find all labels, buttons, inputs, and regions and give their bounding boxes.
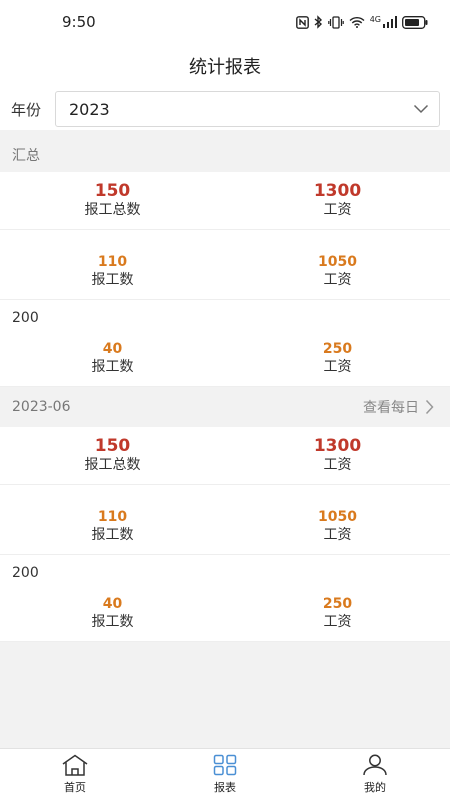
tab-report[interactable]: 报表 <box>150 749 300 800</box>
month-row2-wage-label: 工资 <box>323 614 352 630</box>
month-total-count: 150 <box>94 436 131 456</box>
view-daily-link[interactable]: 查看每日 <box>363 397 434 417</box>
month-row1-count: 110 <box>97 509 128 525</box>
month-row2-count-cell: 40 报工数 <box>0 585 225 631</box>
month-section-header: 2023-06 查看每日 <box>0 387 450 427</box>
tab-home[interactable]: 首页 <box>0 749 150 800</box>
summary-row2-card: 40 报工数 250 工资 <box>0 330 450 386</box>
vibrate-icon <box>327 15 344 29</box>
month-total-wage: 1300 <box>313 436 362 456</box>
month-row1-count-cell: 110 报工数 <box>0 485 225 544</box>
summary-row1-wage: 1050 <box>318 254 357 270</box>
user-icon <box>363 754 387 776</box>
month-total-card: 150 报工总数 1300 工资 <box>0 427 450 485</box>
year-label: 年份 <box>11 100 42 119</box>
summary-row1-count-label: 报工数 <box>91 272 134 288</box>
signal-icon <box>383 16 397 28</box>
month-total-wage-cell: 1300 工资 <box>225 427 450 474</box>
summary-total-wage: 1300 <box>313 181 362 201</box>
summary-row2-count-cell: 40 报工数 <box>0 330 225 376</box>
summary-row1-count: 110 <box>97 254 128 270</box>
home-icon <box>62 754 88 776</box>
nfc-icon <box>295 15 309 29</box>
month-row2-card: 40 报工数 250 工资 <box>0 585 450 641</box>
summary-total-count-cell: 150 报工总数 <box>0 172 225 219</box>
status-bar: 9:50 4G <box>0 0 450 44</box>
page-header: 统计报表 <box>0 44 450 88</box>
summary-row1-wage-cell: 1050 工资 <box>225 230 450 289</box>
summary-group-title: 200 <box>12 310 39 326</box>
summary-row2-count: 40 <box>102 341 123 357</box>
month-total-count-label: 报工总数 <box>84 457 141 473</box>
summary-section-title: 汇总 <box>12 148 40 164</box>
tab-mine[interactable]: 我的 <box>300 749 450 800</box>
bluetooth-icon <box>314 15 322 29</box>
month-row1-wage-label: 工资 <box>323 527 352 543</box>
month-row1-card: 110 报工数 1050 工资 <box>0 485 450 555</box>
month-total-wage-label: 工资 <box>323 457 352 473</box>
month-row2-count: 40 <box>102 596 123 612</box>
summary-row2-wage-cell: 250 工资 <box>225 330 450 376</box>
summary-total-wage-cell: 1300 工资 <box>225 172 450 219</box>
month-group-title: 200 <box>12 565 39 581</box>
status-icons: 4G <box>295 14 428 29</box>
tab-report-label: 报表 <box>214 781 236 794</box>
summary-row2-wage: 250 <box>322 341 353 357</box>
tab-mine-label: 我的 <box>364 781 386 794</box>
summary-row2-wage-label: 工资 <box>323 359 352 375</box>
tab-home-label: 首页 <box>64 781 86 794</box>
summary-row1-count-cell: 110 报工数 <box>0 230 225 289</box>
month-row2-wage-cell: 250 工资 <box>225 585 450 631</box>
status-time: 9:50 <box>62 13 96 31</box>
summary-total-card: 150 报工总数 1300 工资 <box>0 172 450 230</box>
battery-icon <box>402 15 428 29</box>
month-section-title: 2023-06 <box>12 399 71 415</box>
month-row1-wage: 1050 <box>318 509 357 525</box>
summary-row1-card: 110 报工数 1050 工资 <box>0 230 450 300</box>
year-filter-row: 年份 2023 <box>0 88 450 130</box>
summary-total-count-label: 报工总数 <box>84 202 141 218</box>
network-label: 4G <box>369 14 381 24</box>
month-total-count-cell: 150 报工总数 <box>0 427 225 474</box>
summary-group: 200 40 报工数 250 工资 <box>0 300 450 387</box>
summary-row2-count-label: 报工数 <box>91 359 134 375</box>
summary-total-wage-label: 工资 <box>323 202 352 218</box>
year-select-value: 2023 <box>69 99 110 119</box>
chevron-down-icon <box>413 104 429 114</box>
chevron-right-icon <box>425 399 434 415</box>
page-title: 统计报表 <box>189 57 261 78</box>
year-select[interactable]: 2023 <box>55 91 440 127</box>
summary-row1-wage-label: 工资 <box>323 272 352 288</box>
month-row2-count-label: 报工数 <box>91 614 134 630</box>
view-daily-label: 查看每日 <box>363 400 419 416</box>
month-row1-wage-cell: 1050 工资 <box>225 485 450 544</box>
month-row2-wage: 250 <box>322 596 353 612</box>
bottom-tab-bar: 首页 报表 我的 <box>0 748 450 800</box>
summary-total-count: 150 <box>94 181 131 201</box>
grid-icon <box>213 754 237 776</box>
month-row1-count-label: 报工数 <box>91 527 134 543</box>
wifi-icon <box>349 16 365 28</box>
summary-section-header: 汇总 <box>0 138 450 172</box>
month-group: 200 40 报工数 250 工资 <box>0 555 450 642</box>
